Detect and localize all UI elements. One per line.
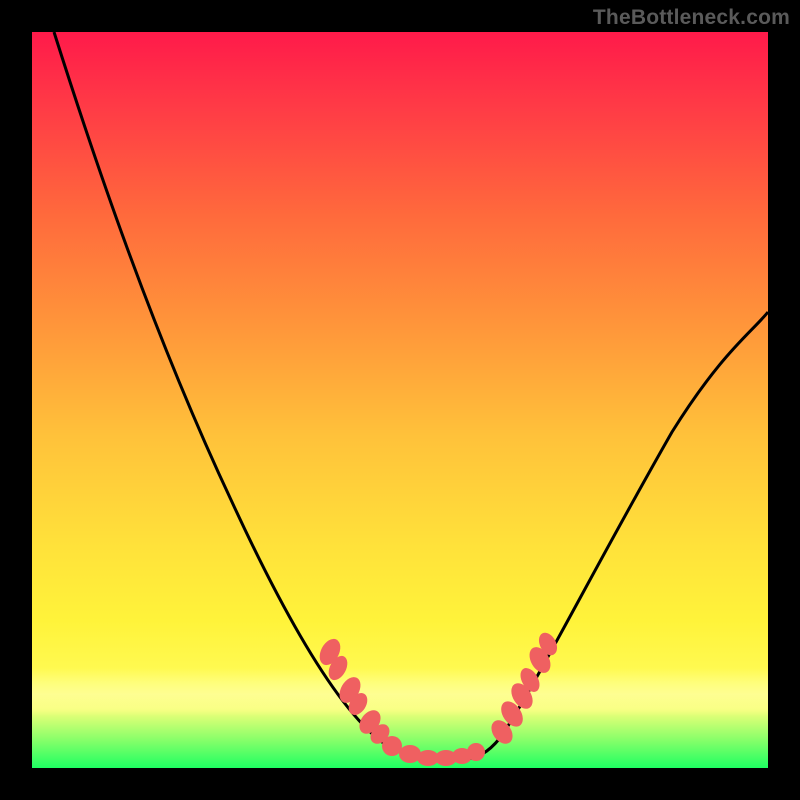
- highlight-dots-right: [487, 630, 561, 748]
- curve-right: [462, 312, 768, 760]
- chart-frame: TheBottleneck.com: [0, 0, 800, 800]
- curve-left: [54, 32, 432, 760]
- plot-area: [32, 32, 768, 768]
- curve-svg: [32, 32, 768, 768]
- watermark-text: TheBottleneck.com: [593, 6, 790, 30]
